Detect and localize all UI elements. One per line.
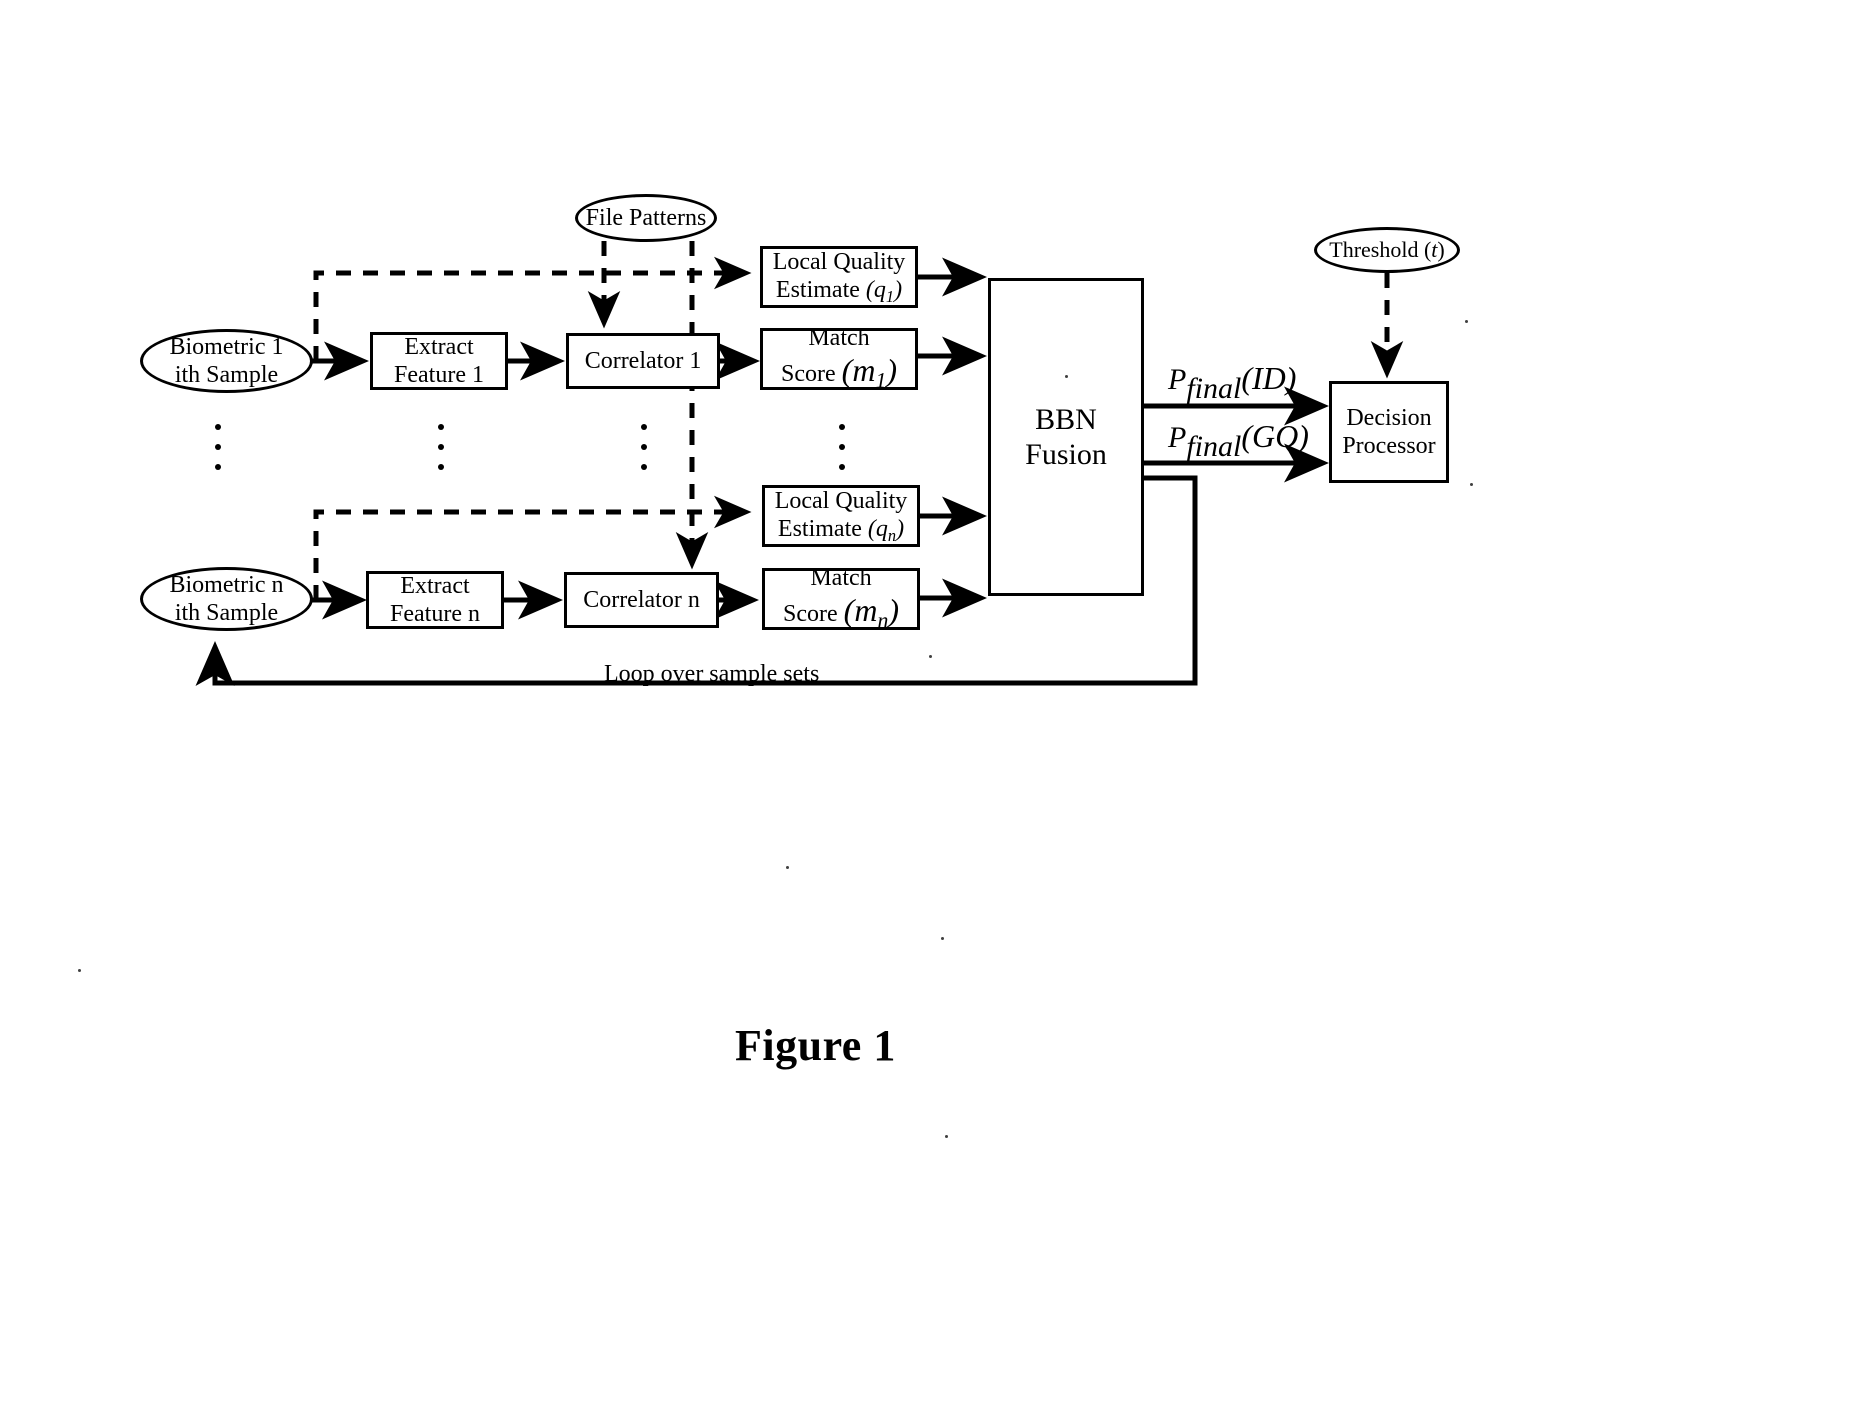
biometric-n-node[interactable]: Biometric n ith Sample: [140, 567, 313, 631]
scan-speck: [1470, 483, 1473, 486]
biometric-1-label: Biometric 1 ith Sample: [169, 333, 284, 388]
correlator-1-label: Correlator 1: [584, 347, 702, 374]
ellipsis-dots-extract: [437, 424, 445, 470]
biometric-1-node[interactable]: Biometric 1 ith Sample: [140, 329, 313, 393]
match-score-1-label: Match Score (m1): [781, 324, 897, 393]
figure-caption: Figure 1: [735, 1021, 896, 1070]
extract-feature-1-box[interactable]: Extract Feature 1: [370, 332, 508, 390]
scan-speck: [78, 969, 81, 972]
bbn-fusion-box[interactable]: BBN Fusion: [988, 278, 1144, 596]
decision-processor-box[interactable]: Decision Processor: [1329, 381, 1449, 483]
local-quality-estimate-n-box[interactable]: Local Quality Estimate (qn): [762, 485, 920, 547]
file-patterns-node[interactable]: File Patterns: [575, 194, 717, 242]
biometric-n-label: Biometric n ith Sample: [169, 571, 284, 626]
extract-feature-n-label: Extract Feature n: [390, 572, 480, 627]
p-final-id-label: Pfinal(ID): [1168, 360, 1297, 405]
ellipsis-dots-correlator: [640, 424, 648, 470]
threshold-label: Threshold (t): [1329, 237, 1445, 263]
bbn-fusion-label: BBN Fusion: [1025, 402, 1107, 471]
match-score-n-box[interactable]: Match Score (mn): [762, 565, 920, 633]
extract-feature-n-box[interactable]: Extract Feature n: [366, 571, 504, 629]
match-score-1-box[interactable]: Match Score (m1): [760, 325, 918, 393]
scan-speck: [929, 655, 932, 658]
figure-canvas: File Patterns Threshold (t) Biometric 1 …: [0, 0, 1857, 1428]
scan-speck: [1065, 375, 1068, 378]
decision-processor-label: Decision Processor: [1342, 404, 1436, 459]
match-score-n-label: Match Score (mn): [783, 564, 899, 633]
scan-speck: [945, 1135, 948, 1138]
threshold-node[interactable]: Threshold (t): [1314, 227, 1460, 273]
scan-speck: [786, 866, 789, 869]
scan-speck: [1465, 320, 1468, 323]
connector-layer: [195, 241, 1404, 686]
loop-over-sample-sets-label: Loop over sample sets: [604, 661, 820, 687]
p-final-gq-label: Pfinal(GQ): [1168, 418, 1309, 463]
correlator-n-label: Correlator n: [583, 586, 700, 613]
local-quality-estimate-1-label: Local Quality Estimate (q1): [772, 248, 906, 306]
correlator-1-box[interactable]: Correlator 1: [566, 333, 720, 389]
correlator-n-box[interactable]: Correlator n: [564, 572, 719, 628]
local-quality-estimate-1-box[interactable]: Local Quality Estimate (q1): [760, 246, 918, 308]
ellipsis-dots-biometric: [214, 424, 222, 470]
ellipsis-dots-scores: [838, 424, 846, 470]
scan-speck: [941, 937, 944, 940]
extract-feature-1-label: Extract Feature 1: [394, 333, 484, 388]
local-quality-estimate-n-label: Local Quality Estimate (qn): [774, 487, 908, 545]
file-patterns-label: File Patterns: [585, 204, 707, 231]
